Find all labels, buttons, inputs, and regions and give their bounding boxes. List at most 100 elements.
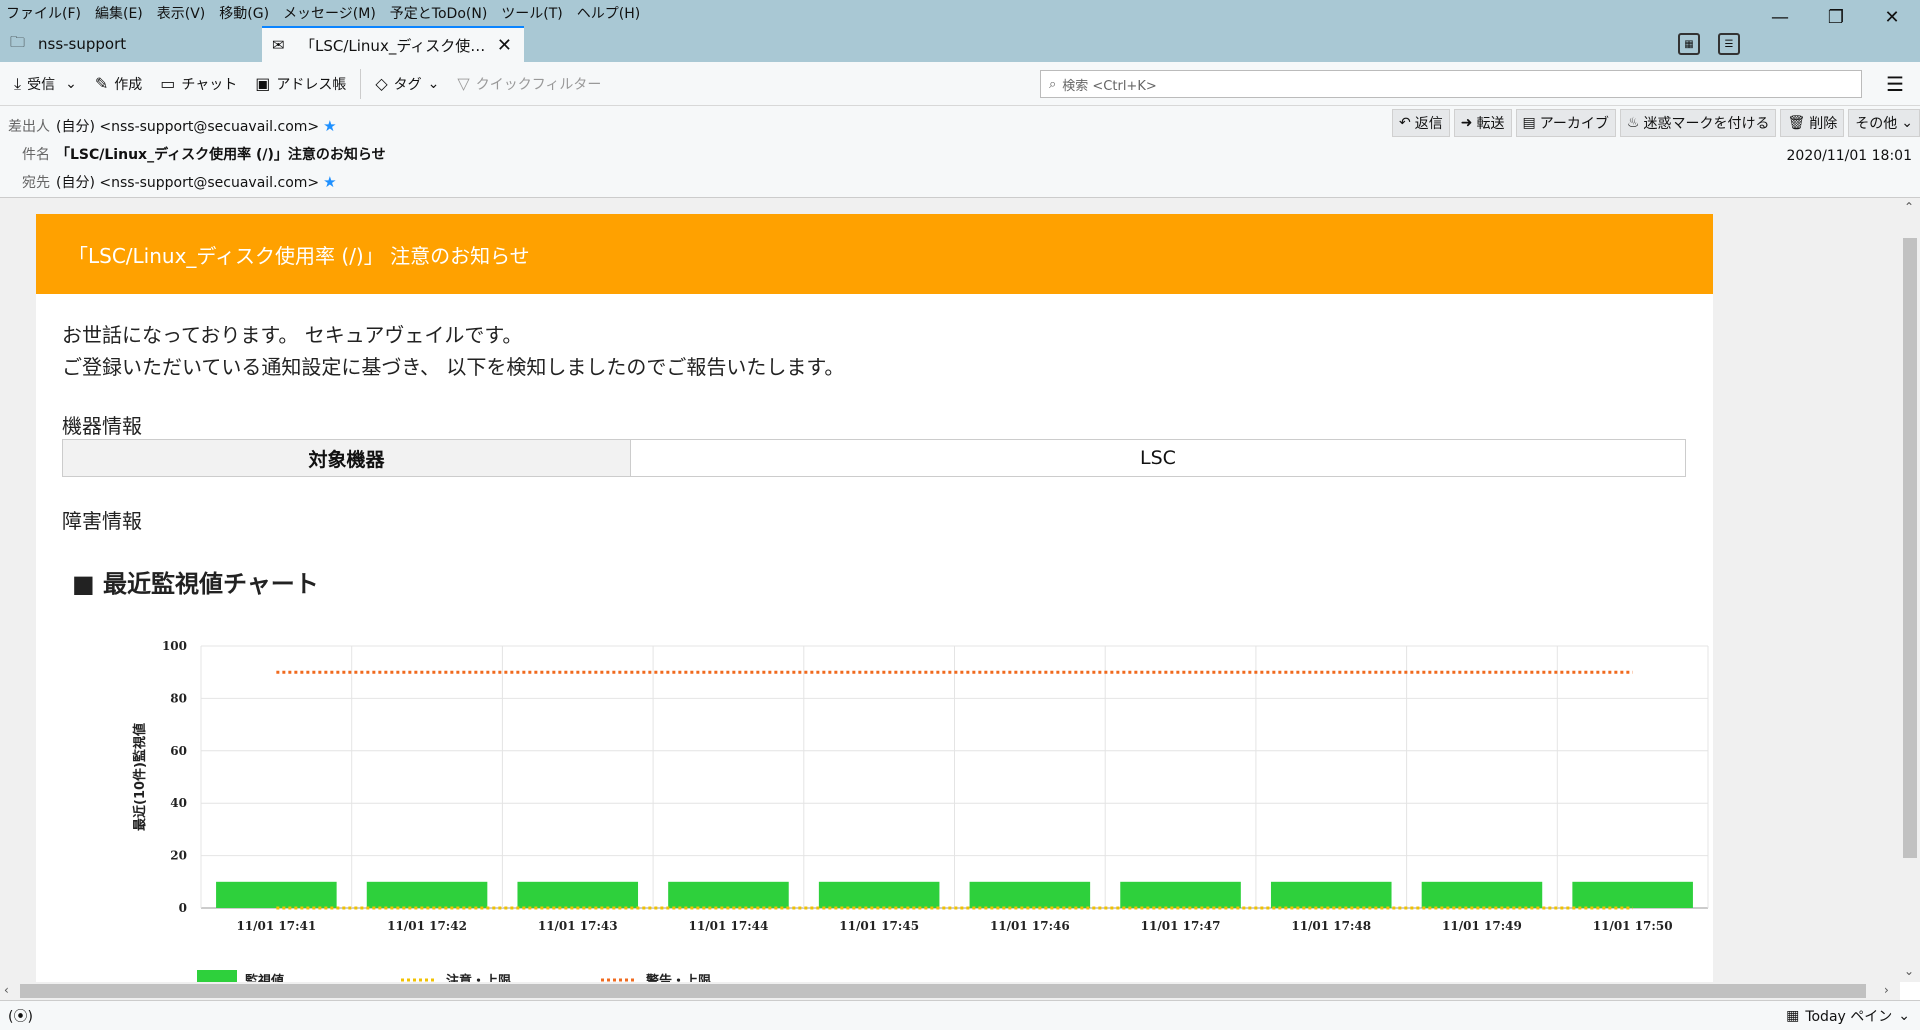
menu-events-tasks[interactable]: 予定とToDo(N)	[390, 3, 487, 23]
mail-icon: ✉	[272, 36, 285, 54]
address-book-button[interactable]: ▣ アドレス帳	[251, 69, 350, 99]
from-value[interactable]: (自分) <nss-support@secuavail.com>	[56, 116, 319, 136]
menu-message[interactable]: メッセージ(M)	[283, 3, 376, 23]
message-date: 2020/11/01 18:01	[1786, 148, 1913, 164]
x-tick-label: 11/01 17:46	[990, 919, 1070, 933]
folder-icon: 🗀	[10, 32, 26, 51]
forward-button[interactable]: ➜ 転送	[1453, 109, 1512, 137]
star-icon[interactable]: ★	[323, 173, 336, 191]
x-tick-label: 11/01 17:44	[689, 919, 769, 933]
menu-help[interactable]: ヘルプ(H)	[577, 3, 640, 23]
notification-banner: 「LSC/Linux_ディスク使用率 (/)」 注意のお知らせ	[36, 214, 1713, 294]
more-button[interactable]: その他 ⌄	[1848, 109, 1920, 137]
reply-label: 返信	[1414, 116, 1443, 132]
horizontal-scrollbar[interactable]: ‹ ›	[0, 982, 1900, 1000]
reply-button[interactable]: ↶ 返信	[1392, 109, 1450, 137]
x-tick-label: 11/01 17:47	[1141, 919, 1221, 933]
tab-bar: 🗀 nss-support ✉ 「LSC/Linux_ディスク使用率 (/)」注…	[0, 26, 1920, 62]
tag-label: タグ	[393, 76, 422, 93]
monitoring-chart: 0 20 40 60 80 100 最近(10件)監視値 11/01 17:41 11/01 1…	[132, 639, 1709, 982]
chart-heading: ■ 最近監視値チャート	[72, 570, 319, 598]
notification-card: 「LSC/Linux_ディスク使用率 (/)」 注意のお知らせ お世話になってお…	[36, 214, 1713, 982]
forward-icon: ➜	[1460, 115, 1473, 131]
trash-icon: 🗑	[1787, 115, 1806, 131]
scroll-left-icon[interactable]: ‹	[4, 983, 9, 997]
tab-folder[interactable]: 🗀 nss-support	[0, 26, 262, 62]
menu-go[interactable]: 移動(G)	[219, 3, 269, 23]
search-input[interactable]: ⌕ 検索 <Ctrl+K>	[1040, 70, 1862, 98]
header-actions: ↶ 返信 ➜ 転送 ▤ アーカイブ ♨ 迷惑マークを付ける 🗑 削除 その他 ⌄	[1392, 109, 1920, 137]
tabbar-icons: ▦ ☰	[1678, 26, 1740, 62]
search-icon: ⌕	[1049, 76, 1057, 92]
to-row: 宛先 (自分) <nss-support@secuavail.com> ★	[22, 172, 337, 192]
message-body: 「LSC/Linux_ディスク使用率 (/)」 注意のお知らせ お世話になってお…	[0, 198, 1900, 982]
reply-icon: ↶	[1399, 115, 1411, 131]
today-pane-toggle[interactable]: ▦ Today ペイン ⌄	[1786, 1006, 1910, 1026]
delete-button[interactable]: 🗑 削除	[1780, 109, 1845, 137]
calendar-icon[interactable]: ▦	[1678, 33, 1700, 55]
close-tab-icon[interactable]: ✕	[497, 35, 512, 56]
message-header: 差出人 (自分) <nss-support@secuavail.com> ★ 件…	[0, 106, 1920, 198]
menu-edit[interactable]: 編集(E)	[95, 3, 143, 23]
menu-bar: ファイル(F) 編集(E) 表示(V) 移動(G) メッセージ(M) 予定とTo…	[0, 0, 1920, 26]
to-value[interactable]: (自分) <nss-support@secuavail.com>	[56, 172, 319, 192]
chart-bar	[1572, 881, 1693, 908]
scroll-right-icon[interactable]: ›	[1884, 983, 1889, 997]
chart-bar	[1421, 881, 1543, 908]
vertical-scrollbar[interactable]: ⌃ ⌄	[1900, 198, 1920, 982]
menu-file[interactable]: ファイル(F)	[6, 3, 81, 23]
scroll-up-icon[interactable]: ⌃	[1904, 200, 1914, 214]
chevron-down-icon: ⌄	[65, 75, 77, 92]
fault-section-title: 障害情報	[62, 509, 142, 533]
y-tick-label: 0	[179, 901, 187, 915]
subject-value: 「LSC/Linux_ディスク使用率 (/)」注意のお知らせ	[56, 147, 386, 163]
app-menu-icon[interactable]: ☰	[1886, 72, 1904, 96]
horizontal-scroll-thumb[interactable]	[20, 984, 1866, 998]
online-status-icon[interactable]: (⦿)	[8, 1006, 33, 1026]
archive-button[interactable]: ▤ アーカイブ	[1515, 109, 1616, 137]
star-icon[interactable]: ★	[323, 117, 336, 135]
write-button[interactable]: ✎ 作成	[91, 69, 146, 99]
chat-button[interactable]: ▭ チャット	[156, 69, 241, 99]
legend-label: 注意・上限	[446, 973, 512, 982]
download-icon: ⤓	[14, 73, 22, 93]
chevron-down-icon: ⌄	[1898, 1007, 1910, 1024]
vertical-scroll-thumb[interactable]	[1903, 238, 1917, 858]
archive-label: アーカイブ	[1539, 116, 1609, 132]
chevron-down-icon: ⌄	[427, 75, 440, 92]
delete-label: 削除	[1809, 116, 1838, 132]
chart-bar	[1270, 881, 1392, 908]
quick-filter-label: クイックフィルター	[475, 76, 602, 93]
scroll-down-icon[interactable]: ⌄	[1904, 964, 1914, 978]
x-tick-label: 11/01 17:49	[1442, 919, 1522, 933]
archive-icon: ▤	[1522, 115, 1536, 131]
menu-view[interactable]: 表示(V)	[157, 3, 206, 23]
get-messages-dropdown[interactable]: ⌄	[61, 69, 81, 99]
y-tick-label: 100	[162, 639, 187, 653]
menu-tools[interactable]: ツール(T)	[501, 3, 562, 23]
quick-filter-button[interactable]: ▽ クイックフィルター	[453, 69, 605, 99]
subject-label: 件名	[22, 147, 50, 163]
x-tick-label: 11/01 17:45	[839, 919, 919, 933]
chart-bar	[1120, 881, 1241, 908]
chart-bar	[668, 881, 789, 908]
subject-row: 件名 「LSC/Linux_ディスク使用率 (/)」注意のお知らせ	[22, 144, 386, 164]
toolbar-separator	[360, 68, 362, 99]
get-messages-button[interactable]: ⤓ 受信	[10, 69, 59, 99]
tab-label: nss-support	[38, 35, 127, 53]
device-table-header: 対象機器	[63, 440, 631, 476]
chart-bar	[969, 881, 1091, 908]
legend-label: 警告・上限	[646, 973, 712, 982]
tab-message[interactable]: ✉ 「LSC/Linux_ディスク使用率 (/)」注意のお知らせ ✕	[262, 26, 524, 62]
junk-button[interactable]: ♨ 迷惑マークを付ける	[1619, 109, 1777, 137]
y-tick-label: 60	[170, 744, 187, 758]
tag-button[interactable]: ◇ タグ ⌄	[371, 69, 443, 99]
y-tick-label: 40	[170, 796, 187, 810]
tasks-icon[interactable]: ☰	[1718, 33, 1740, 55]
x-tick-label: 11/01 17:43	[538, 919, 618, 933]
legend-label: 監視値	[245, 973, 284, 982]
tag-icon: ◇	[375, 74, 388, 93]
junk-label: 迷惑マークを付ける	[1643, 116, 1770, 132]
filter-icon: ▽	[457, 74, 470, 93]
device-table-value: LSC	[1140, 447, 1176, 469]
